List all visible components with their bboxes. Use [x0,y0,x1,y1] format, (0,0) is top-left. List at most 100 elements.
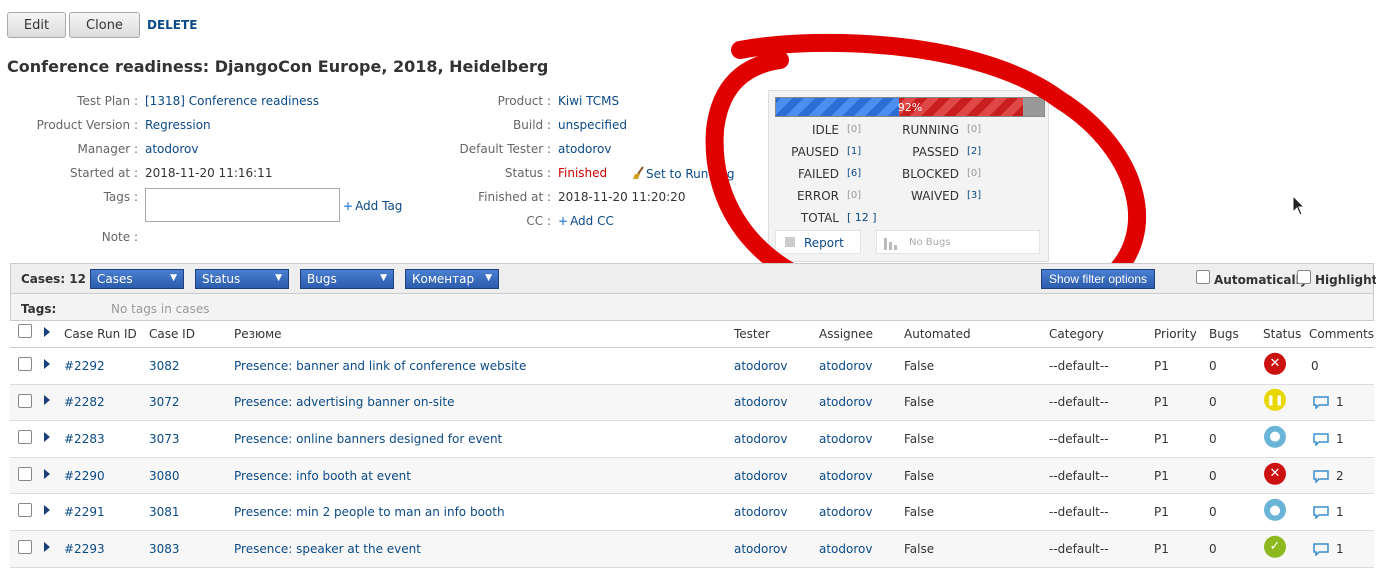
expand-all-icon[interactable] [44,327,50,337]
expand-row-icon[interactable] [44,395,50,406]
row-checkbox[interactable] [18,466,32,481]
assignee-link[interactable]: atodorov [819,542,872,556]
assignee-link[interactable]: atodorov [819,469,872,483]
manager-link[interactable]: atodorov [145,142,198,156]
col-category[interactable]: Category [1049,327,1104,341]
col-automated[interactable]: Automated [904,327,971,341]
test-plan-link[interactable]: [1318] Conference readiness [145,94,319,108]
tester-link[interactable]: atodorov [734,542,787,556]
tester-link[interactable]: atodorov [734,359,787,373]
row-checkbox[interactable] [18,503,32,518]
case-id-link[interactable]: 3082 [149,359,180,373]
case-run-id-link[interactable]: #2282 [64,395,105,409]
case-id-link[interactable]: 3080 [149,469,180,483]
case-run-id-link[interactable]: #2293 [64,542,105,556]
edit-button[interactable]: Edit [7,12,66,38]
automatically-checkbox[interactable] [1196,270,1210,284]
waived-count[interactable]: [3] [967,190,981,201]
product-version-link[interactable]: Regression [145,118,211,132]
row-checkbox[interactable] [18,539,32,554]
report-link[interactable]: Report [775,230,861,254]
col-case-run-id[interactable]: Case Run ID [64,327,137,341]
expand-row-icon[interactable] [44,468,50,479]
case-id-link[interactable]: 3072 [149,395,180,409]
status-failed-icon[interactable]: ✕ [1264,352,1286,375]
comments-count: 2 [1336,468,1344,483]
row-checkbox[interactable] [18,357,32,371]
default-tester-link[interactable]: atodorov [558,142,611,156]
row-checkbox[interactable] [18,430,32,445]
col-status[interactable]: Status [1263,327,1301,341]
case-run-id-link[interactable]: #2290 [64,469,105,483]
case-run-id-link[interactable]: #2283 [64,432,105,446]
show-filter-button[interactable]: Show filter options [1041,269,1155,289]
summary-link[interactable]: Presence: advertising banner on-site [234,395,454,409]
case-id-link[interactable]: 3083 [149,542,180,556]
cases-dropdown[interactable]: Cases ▼ [90,269,184,289]
status-waived-icon[interactable]: ● [1264,425,1286,448]
col-assignee[interactable]: Assignee [819,327,873,341]
status-paused-icon[interactable]: ❚❚ [1264,389,1286,412]
status-failed-icon[interactable]: ✕ [1264,462,1286,485]
row-checkbox[interactable] [18,393,32,408]
cases-count: Cases: 12 [21,272,87,286]
priority-value: P1 [1154,431,1169,446]
add-cc-link[interactable]: + Add CC [558,214,614,228]
total-count[interactable]: [ 12 ] [847,211,877,224]
tester-link[interactable]: atodorov [734,395,787,409]
failed-count[interactable]: [6] [847,168,861,179]
comment-icon[interactable] [1312,505,1330,520]
col-case-id[interactable]: Case ID [149,327,195,341]
table-row: #2291 3081 Presence: min 2 people to man a… [10,494,1374,531]
failed-label: FAILED [797,167,839,181]
comment-icon[interactable] [1312,542,1330,556]
bugs-dropdown[interactable]: Bugs ▼ [300,269,394,289]
col-tester[interactable]: Tester [734,327,770,341]
set-running-link[interactable]: Set to Running [632,166,735,181]
build-link[interactable]: unspecified [558,118,627,132]
case-id-link[interactable]: 3081 [149,505,180,519]
tester-link[interactable]: atodorov [734,505,787,519]
status-passed-icon[interactable]: ✓ [1264,535,1286,558]
assignee-link[interactable]: atodorov [819,359,872,373]
col-summary[interactable]: Резюме [234,327,282,341]
tester-link[interactable]: atodorov [734,469,787,483]
paused-count[interactable]: [1] [847,146,861,157]
summary-link[interactable]: Presence: banner and link of conference … [234,359,526,373]
automated-value: False [904,468,935,483]
summary-link[interactable]: Presence: speaker at the event [234,542,421,556]
comment-icon[interactable] [1312,395,1330,410]
assignee-link[interactable]: atodorov [819,395,872,409]
case-run-id-link[interactable]: #2291 [64,505,105,519]
assignee-link[interactable]: atodorov [819,505,872,519]
expand-row-icon[interactable] [44,541,50,552]
select-all-checkbox[interactable] [18,324,32,338]
summary-link[interactable]: Presence: min 2 people to man an info bo… [234,505,505,519]
category-value: --default-- [1049,395,1109,410]
case-run-id-link[interactable]: #2292 [64,359,105,373]
comment-icon[interactable] [1312,432,1330,446]
case-id-link[interactable]: 3073 [149,432,180,446]
assignee-link[interactable]: atodorov [819,432,872,446]
col-comments[interactable]: Comments [1309,327,1374,341]
summary-link[interactable]: Presence: info booth at event [234,469,411,483]
status-dropdown[interactable]: Status ▼ [195,269,289,289]
expand-row-icon[interactable] [44,505,50,516]
tester-link[interactable]: atodorov [734,432,787,446]
col-bugs[interactable]: Bugs [1209,327,1239,341]
status-waived-icon[interactable]: ● [1264,498,1286,521]
expand-row-icon[interactable] [44,358,50,369]
passed-count[interactable]: [2] [967,146,981,157]
delete-link[interactable]: DELETE [147,18,197,32]
clone-button[interactable]: Clone [69,12,140,38]
expand-row-icon[interactable] [44,431,50,442]
tags-input[interactable] [145,188,340,222]
add-tag-link[interactable]: + Add Tag [343,199,402,213]
product-link[interactable]: Kiwi TCMS [558,94,619,108]
summary-link[interactable]: Presence: online banners designed for ev… [234,432,502,446]
highlight-checkbox[interactable] [1297,270,1311,284]
cases-dropdown-label: Cases [97,272,133,286]
comment-icon[interactable] [1312,469,1330,483]
comment-dropdown[interactable]: Коментар ▼ [405,269,499,289]
col-priority[interactable]: Priority [1154,327,1197,341]
